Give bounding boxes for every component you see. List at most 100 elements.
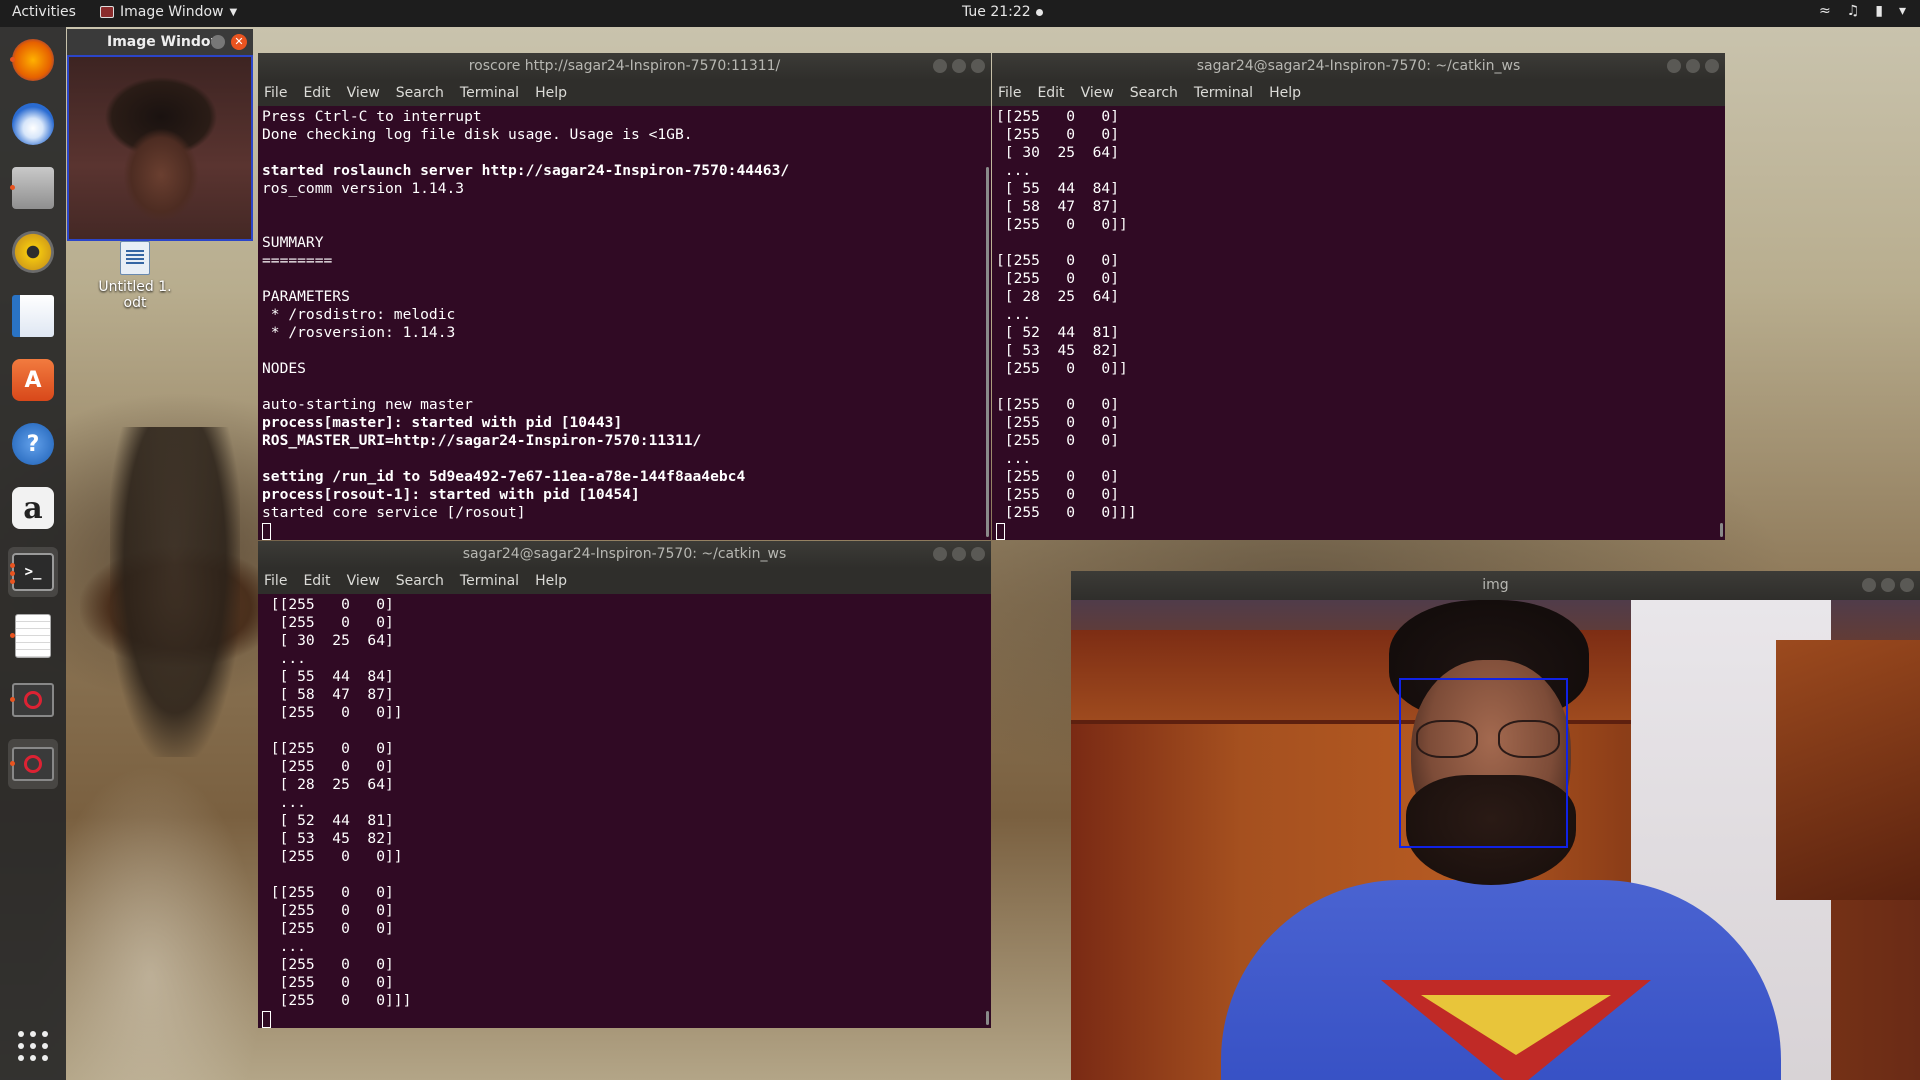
minimize-button[interactable] (211, 35, 225, 49)
terminal-line: SUMMARY (262, 234, 324, 251)
running-indicator (10, 579, 15, 584)
dock-amazon[interactable]: a (8, 483, 58, 533)
close-button[interactable] (971, 59, 985, 73)
unknown-app-icon (12, 747, 54, 781)
terminal-output[interactable]: [[255 0 0] [255 0 0] [ 30 25 64] ... [ 5… (992, 106, 1725, 540)
terminal-line: [[255 0 0] (996, 252, 1120, 269)
desktop-file-label: Untitled 1. odt (98, 279, 172, 311)
notification-dot-icon (1035, 8, 1043, 16)
clock[interactable]: Tue 21:22 (962, 4, 1043, 20)
terminal-line: [ 28 25 64] (262, 776, 394, 793)
terminal-output[interactable]: [[255 0 0] [255 0 0] [ 30 25 64] ... [ 5… (258, 594, 991, 1028)
dock-software[interactable]: A (8, 355, 58, 405)
scrollbar[interactable] (986, 1011, 989, 1025)
close-button[interactable] (1705, 59, 1719, 73)
top-bar: Activities Image Window ▼ Tue 21:22 ≈ ♫ … (0, 0, 1920, 27)
maximize-button[interactable] (952, 547, 966, 561)
terminal-cursor (262, 523, 271, 540)
maximize-button[interactable] (1686, 59, 1700, 73)
menu-search[interactable]: Search (396, 85, 444, 101)
menu-search[interactable]: Search (396, 573, 444, 589)
volume-icon[interactable]: ♫ (1847, 3, 1860, 19)
minimize-button[interactable] (933, 59, 947, 73)
dock-writer[interactable] (8, 291, 58, 341)
close-button[interactable] (1900, 578, 1914, 592)
dock-firefox[interactable] (8, 35, 58, 85)
terminal-line: [[255 0 0] (262, 884, 394, 901)
terminal-line: [[255 0 0] (262, 740, 394, 757)
terminal-cursor (996, 523, 1005, 540)
show-applications-button[interactable] (8, 1021, 58, 1071)
dock-help[interactable]: ? (8, 419, 58, 469)
desktop-file-icon[interactable]: Untitled 1. odt (98, 241, 172, 311)
scrollbar[interactable] (986, 167, 989, 537)
dock-files[interactable] (8, 163, 58, 213)
activities-button[interactable]: Activities (12, 4, 76, 20)
close-button[interactable]: ✕ (231, 34, 247, 50)
image-window-titlebar[interactable]: Image Window ✕ (67, 29, 253, 55)
wifi-icon[interactable]: ≈ (1819, 3, 1831, 19)
menu-view[interactable]: View (1081, 85, 1114, 101)
menu-help[interactable]: Help (535, 85, 567, 101)
chevron-down-icon[interactable]: ▾ (1899, 3, 1906, 19)
menu-terminal[interactable]: Terminal (1194, 85, 1253, 101)
terminal-titlebar[interactable]: sagar24@sagar24-Inspiron-7570: ~/catkin_… (258, 541, 991, 568)
terminal-line: process[rosout-1]: started with pid [104… (262, 486, 640, 503)
scrollbar[interactable] (1720, 523, 1723, 537)
terminal-line: [ 52 44 81] (996, 324, 1120, 341)
webcam-preview-image (67, 55, 253, 241)
libreoffice-writer-icon (12, 295, 54, 337)
running-indicator (10, 57, 15, 62)
close-button[interactable] (971, 547, 985, 561)
menu-edit[interactable]: Edit (303, 85, 330, 101)
menu-file[interactable]: File (264, 85, 287, 101)
image-window-small[interactable]: Image Window ✕ (67, 29, 253, 244)
menu-help[interactable]: Help (535, 573, 567, 589)
minimize-button[interactable] (933, 547, 947, 561)
terminal-roscore[interactable]: roscore http://sagar24-Inspiron-7570:113… (258, 53, 991, 540)
terminal-output[interactable]: Press Ctrl-C to interrupt Done checking l… (258, 106, 991, 540)
minimize-button[interactable] (1667, 59, 1681, 73)
menu-help[interactable]: Help (1269, 85, 1301, 101)
terminal-catkin-bottom[interactable]: sagar24@sagar24-Inspiron-7570: ~/catkin_… (258, 541, 991, 1028)
text-editor-icon (15, 614, 51, 658)
menu-file[interactable]: File (264, 573, 287, 589)
dock-text-editor[interactable] (8, 611, 58, 661)
dock: A ? a >_ (0, 27, 66, 1080)
menu-terminal[interactable]: Terminal (460, 573, 519, 589)
menu-edit[interactable]: Edit (303, 573, 330, 589)
dock-app-1[interactable] (8, 675, 58, 725)
app-menu[interactable]: Image Window ▼ (100, 4, 237, 20)
terminal-line: [255 0 0]] (996, 360, 1128, 377)
dock-app-2[interactable] (8, 739, 58, 789)
thunderbird-icon (12, 103, 54, 145)
menu-file[interactable]: File (998, 85, 1021, 101)
maximize-button[interactable] (1881, 578, 1895, 592)
terminal-line: [255 0 0] (262, 614, 394, 631)
document-icon (120, 241, 150, 275)
menu-edit[interactable]: Edit (1037, 85, 1064, 101)
menu-view[interactable]: View (347, 573, 380, 589)
terminal-line: auto-starting new master (262, 396, 473, 413)
system-tray[interactable]: ≈ ♫ ▮ ▾ (1819, 3, 1906, 19)
terminal-titlebar[interactable]: roscore http://sagar24-Inspiron-7570:113… (258, 53, 991, 80)
terminal-titlebar[interactable]: sagar24@sagar24-Inspiron-7570: ~/catkin_… (992, 53, 1725, 80)
menu-view[interactable]: View (347, 85, 380, 101)
dock-thunderbird[interactable] (8, 99, 58, 149)
menu-terminal[interactable]: Terminal (460, 85, 519, 101)
running-indicator (10, 761, 15, 766)
dock-rhythmbox[interactable] (8, 227, 58, 277)
img-window-titlebar[interactable]: img (1071, 571, 1920, 600)
maximize-button[interactable] (952, 59, 966, 73)
minimize-button[interactable] (1862, 578, 1876, 592)
menu-search[interactable]: Search (1130, 85, 1178, 101)
terminal-line: NODES (262, 360, 306, 377)
battery-icon[interactable]: ▮ (1875, 3, 1883, 19)
img-window[interactable]: img (1071, 571, 1920, 1080)
dock-terminal[interactable]: >_ (8, 547, 58, 597)
terminal-catkin-top[interactable]: sagar24@sagar24-Inspiron-7570: ~/catkin_… (992, 53, 1725, 540)
